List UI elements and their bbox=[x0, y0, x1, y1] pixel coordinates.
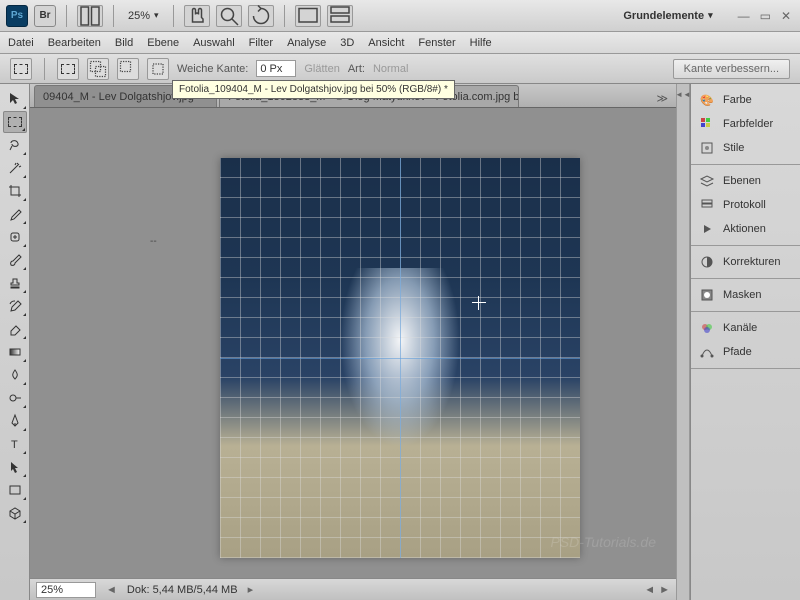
status-menu-icon[interactable]: ▸ bbox=[248, 583, 254, 596]
eraser-tool-icon[interactable] bbox=[3, 318, 27, 340]
current-tool-icon[interactable] bbox=[10, 58, 32, 80]
rotate-view-shortcut-icon[interactable] bbox=[248, 5, 274, 27]
lasso-tool-icon[interactable] bbox=[3, 134, 27, 156]
new-selection-icon[interactable] bbox=[57, 58, 79, 80]
panel-farbfelder[interactable]: Farbfelder bbox=[691, 112, 800, 136]
antialias-label: Glätten bbox=[304, 63, 339, 75]
gradient-tool-icon[interactable] bbox=[3, 341, 27, 363]
refine-edge-button[interactable]: Kante verbessern... bbox=[673, 59, 790, 79]
style-value: Normal bbox=[373, 63, 408, 75]
zoom-tool-shortcut-icon[interactable] bbox=[216, 5, 242, 27]
menu-ebene[interactable]: Ebene bbox=[147, 37, 179, 49]
move-tool-icon[interactable] bbox=[3, 88, 27, 110]
path-selection-tool-icon[interactable] bbox=[3, 456, 27, 478]
style-label: Art: bbox=[348, 63, 365, 75]
scroll-right-icon[interactable]: ► bbox=[659, 584, 670, 596]
menu-bar: Datei Bearbeiten Bild Ebene Auswahl Filt… bbox=[0, 32, 800, 54]
shape-tool-icon[interactable] bbox=[3, 479, 27, 501]
maximize-button[interactable]: ▭ bbox=[757, 9, 774, 23]
hand-tool-shortcut-icon[interactable] bbox=[184, 5, 210, 27]
panel-stile[interactable]: Stile bbox=[691, 136, 800, 160]
intersect-selection-icon[interactable] bbox=[147, 58, 169, 80]
app-topbar: Ps Br 25% Grundelemente — ▭ ✕ bbox=[0, 0, 800, 32]
panel-korrekturen[interactable]: Korrekturen bbox=[691, 250, 800, 274]
channels-icon bbox=[699, 320, 715, 336]
panel-collapse-bar[interactable]: ◄◄ bbox=[676, 84, 690, 600]
healing-tool-icon[interactable] bbox=[3, 226, 27, 248]
styles-icon bbox=[699, 140, 715, 156]
tab-scroll-right-icon[interactable]: ≫ bbox=[652, 90, 672, 107]
menu-bearbeiten[interactable]: Bearbeiten bbox=[48, 37, 101, 49]
minimize-button[interactable]: — bbox=[735, 9, 753, 23]
status-nav-left-icon[interactable]: ◄ bbox=[106, 584, 117, 596]
history-icon bbox=[699, 197, 715, 213]
panel-protokoll[interactable]: Protokoll bbox=[691, 193, 800, 217]
watermark: PSD-Tutorials.de bbox=[550, 534, 656, 550]
eyedropper-tool-icon[interactable] bbox=[3, 203, 27, 225]
feather-label: Weiche Kante: bbox=[177, 63, 248, 75]
actions-icon bbox=[699, 221, 715, 237]
blur-tool-icon[interactable] bbox=[3, 364, 27, 386]
adjustments-icon bbox=[699, 254, 715, 270]
menu-ansicht[interactable]: Ansicht bbox=[368, 37, 404, 49]
menu-bild[interactable]: Bild bbox=[115, 37, 133, 49]
type-tool-icon[interactable]: T bbox=[3, 433, 27, 455]
menu-hilfe[interactable]: Hilfe bbox=[470, 37, 492, 49]
history-brush-tool-icon[interactable] bbox=[3, 295, 27, 317]
pointer-coords: -- bbox=[150, 236, 157, 247]
panel-kanaele[interactable]: Kanäle bbox=[691, 316, 800, 340]
panel-masken[interactable]: Masken bbox=[691, 283, 800, 307]
menu-analyse[interactable]: Analyse bbox=[287, 37, 326, 49]
subtract-selection-icon[interactable] bbox=[117, 58, 139, 80]
paths-icon bbox=[699, 344, 715, 360]
document-tooltip: Fotolia_109404_M - Lev Dolgatshjov.jpg b… bbox=[172, 80, 455, 99]
crop-tool-icon[interactable] bbox=[3, 180, 27, 202]
menu-3d[interactable]: 3D bbox=[340, 37, 354, 49]
marquee-tool-icon[interactable] bbox=[3, 111, 27, 133]
photoshop-logo-icon[interactable]: Ps bbox=[6, 5, 28, 27]
menu-filter[interactable]: Filter bbox=[249, 37, 273, 49]
palette-icon: 🎨 bbox=[699, 92, 715, 108]
menu-fenster[interactable]: Fenster bbox=[418, 37, 455, 49]
options-bar: Weiche Kante: Glätten Art: Normal Kante … bbox=[0, 54, 800, 84]
panel-pfade[interactable]: Pfade bbox=[691, 340, 800, 364]
arrange-documents-button[interactable] bbox=[77, 5, 103, 27]
panels-dock: 🎨Farbe Farbfelder Stile Ebenen Protokoll… bbox=[690, 84, 800, 600]
canvas-viewport[interactable]: -- PSD-Tutorials.de bbox=[30, 108, 676, 578]
menu-datei[interactable]: Datei bbox=[8, 37, 34, 49]
panel-ebenen[interactable]: Ebenen bbox=[691, 169, 800, 193]
status-doc-info[interactable]: Dok: 5,44 MB/5,44 MB bbox=[127, 584, 238, 596]
close-button[interactable]: ✕ bbox=[778, 9, 794, 23]
dodge-tool-icon[interactable] bbox=[3, 387, 27, 409]
feather-input[interactable] bbox=[256, 60, 296, 77]
guide-horizontal[interactable] bbox=[220, 358, 580, 359]
arrange-docs-button[interactable] bbox=[327, 5, 353, 27]
crosshair-cursor-icon bbox=[472, 296, 486, 310]
layers-icon bbox=[699, 173, 715, 189]
stamp-tool-icon[interactable] bbox=[3, 272, 27, 294]
status-zoom-input[interactable]: 25% bbox=[36, 582, 96, 598]
add-selection-icon[interactable] bbox=[87, 58, 109, 80]
workspace-switcher[interactable]: Grundelemente bbox=[615, 8, 720, 24]
panel-farbe[interactable]: 🎨Farbe bbox=[691, 88, 800, 112]
brush-tool-icon[interactable] bbox=[3, 249, 27, 271]
status-bar: 25% ◄ Dok: 5,44 MB/5,44 MB ▸ ◄ ► bbox=[30, 578, 676, 600]
screen-mode-button[interactable] bbox=[295, 5, 321, 27]
panel-aktionen[interactable]: Aktionen bbox=[691, 217, 800, 241]
3d-tool-icon[interactable] bbox=[3, 502, 27, 524]
menu-auswahl[interactable]: Auswahl bbox=[193, 37, 235, 49]
zoom-level-dropdown[interactable]: 25% bbox=[124, 8, 163, 24]
scroll-left-icon[interactable]: ◄ bbox=[644, 584, 655, 596]
swatches-icon bbox=[699, 116, 715, 132]
wand-tool-icon[interactable] bbox=[3, 157, 27, 179]
bridge-logo-icon[interactable]: Br bbox=[34, 5, 56, 27]
svg-text:T: T bbox=[11, 439, 18, 451]
pen-tool-icon[interactable] bbox=[3, 410, 27, 432]
document-canvas[interactable] bbox=[220, 158, 580, 558]
masks-icon bbox=[699, 287, 715, 303]
tools-panel: T bbox=[0, 84, 30, 600]
